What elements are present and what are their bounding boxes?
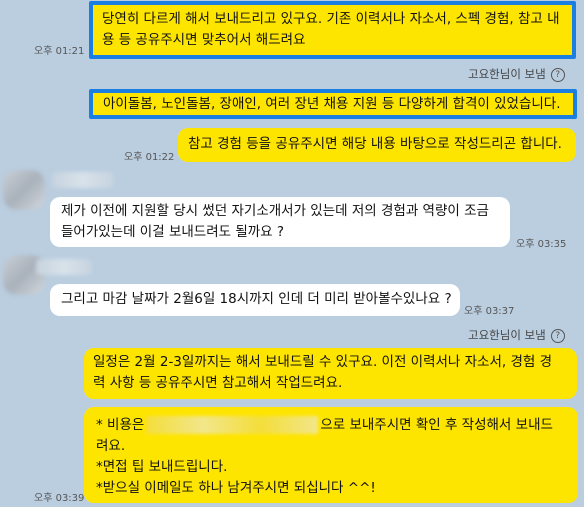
outgoing-message[interactable]: 참고 경험 등을 공유주시면 해당 내용 바탕으로 작성드리곤 합니다. [178, 128, 576, 162]
timestamp: 오후 03:35 [516, 239, 567, 250]
contact-name-blurred [36, 259, 92, 275]
contact-avatar[interactable] [3, 170, 45, 210]
sender-label: 고요한님이 보냄? [468, 66, 565, 82]
contact-name-blurred [52, 172, 114, 188]
message-line: 그리고 마감 날짜가 2월6일 18시까지 인데 더 미리 받아볼수있나요 ? [61, 291, 452, 307]
message-line: * 비용은 으로 보내주시면 확인 후 작성해서 보내드 [96, 415, 578, 436]
outgoing-message[interactable]: 일정은 2월 2-3일까지는 해서 보내드릴 수 있구요. 이전 이력서나 자소… [84, 348, 577, 399]
message-line: 참고 경험 등을 공유주시면 해당 내용 바탕으로 작성드리곤 합니다. [188, 136, 562, 152]
timestamp: 오후 03:39 [34, 493, 85, 504]
help-icon[interactable]: ? [550, 328, 565, 343]
timestamp: 오후 01:22 [124, 152, 175, 163]
outgoing-message[interactable]: * 비용은 으로 보내주시면 확인 후 작성해서 보내드 려요. *면접 팁 보내… [84, 407, 578, 503]
timestamp: 오후 01:21 [34, 46, 85, 57]
message-line: *받으실 이메일도 하나 남겨주시면 되십니다 ^^! [96, 480, 376, 496]
message-line: 아이돌봄, 노인돌봄, 장애인, 여러 장년 채용 지원 등 다양하게 합격이 … [103, 96, 561, 112]
help-icon[interactable]: ? [550, 67, 565, 82]
outgoing-message[interactable]: 아이돌봄, 노인돌봄, 장애인, 여러 장년 채용 지원 등 다양하게 합격이 … [89, 89, 577, 119]
message-line: 려요. [96, 438, 126, 454]
redacted-amount [146, 416, 319, 434]
message-text: * 비용은 [96, 417, 145, 433]
message-line: *면접 팁 보내드립니다. [96, 459, 228, 475]
timestamp: 오후 03:37 [464, 306, 515, 317]
sender-name: 고요한님이 보냄 [468, 328, 546, 342]
sender-name: 고요한님이 보냄 [468, 67, 546, 81]
message-line: 일정은 2월 2-3일까지는 해서 보내드릴 수 있구요. 이전 이력서나 자소… [93, 354, 553, 370]
outgoing-message[interactable]: 당연히 다르게 해서 보내드리고 있구요. 기존 이력서나 자소서, 스펙 경험… [89, 1, 576, 59]
message-line: 력 사항 등 공유주시면 참고해서 작업드려요. [93, 375, 343, 391]
message-line: 당연히 다르게 해서 보내드리고 있구요. 기존 이력서나 자소서, 스펙 경험… [102, 11, 560, 27]
message-text: 으로 보내주시면 확인 후 작성해서 보내드 [320, 417, 553, 433]
message-line: 들어가있는데 이걸 보내드려도 될까요 ? [61, 224, 285, 240]
message-line: 용 등 공유주시면 맞추어서 해드려요 [102, 32, 306, 48]
incoming-message[interactable]: 제가 이전에 지원할 당시 썼던 자기소개서가 있는데 저의 경험과 역량이 조… [50, 197, 510, 247]
sender-label: 고요한님이 보냄? [468, 327, 565, 343]
message-line: 제가 이전에 지원할 당시 썼던 자기소개서가 있는데 저의 경험과 역량이 조… [61, 203, 489, 219]
incoming-message[interactable]: 그리고 마감 날짜가 2월6일 18시까지 인데 더 미리 받아볼수있나요 ? [50, 284, 460, 316]
